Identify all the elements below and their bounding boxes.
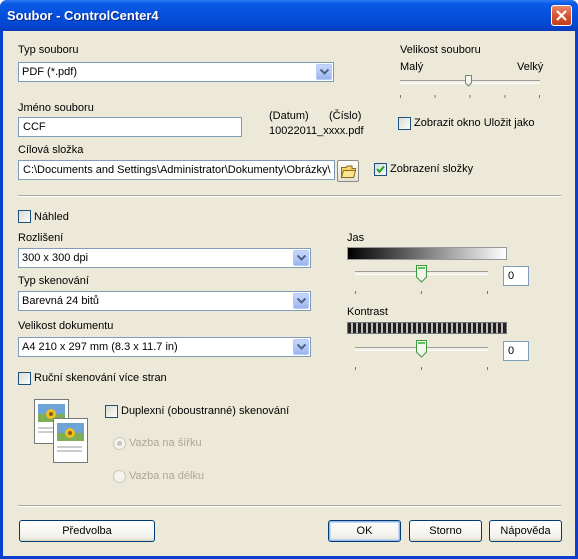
binding-short-edge-radio[interactable] (113, 470, 126, 483)
dialog-body: Typ souboru PDF (*.pdf) Velikost souboru… (3, 31, 575, 556)
browse-folder-button[interactable] (337, 160, 359, 182)
manual-multipage-label: Ruční skenování více stran (34, 372, 167, 384)
duplex-checkbox[interactable] (105, 405, 118, 418)
contrast-ticks (355, 361, 488, 370)
preview-checkbox[interactable] (18, 210, 31, 223)
dropdown-arrow-icon[interactable] (293, 250, 309, 266)
scan-type-select[interactable]: Barevná 24 bitů (18, 291, 311, 311)
help-button[interactable]: Nápověda (489, 520, 562, 542)
brightness-value-input[interactable]: 0 (503, 266, 529, 286)
file-name-date-header: (Datum) (269, 110, 309, 122)
document-size-label: Velikost dokumentu (18, 320, 114, 332)
file-size-label: Velikost souboru (400, 44, 481, 56)
brightness-gradient-bar (347, 247, 507, 260)
dropdown-arrow-icon[interactable] (293, 293, 309, 309)
dialog-window: Soubor - ControlCenter4 Typ souboru PDF … (0, 0, 578, 559)
file-name-value: CCF (23, 121, 46, 133)
contrast-label: Kontrast (347, 306, 388, 318)
ok-button[interactable]: OK (328, 520, 401, 542)
show-save-as-label: Zobrazit okno Uložit jako (414, 117, 535, 129)
target-folder-input[interactable]: C:\Documents and Settings\Administrator\… (18, 160, 335, 180)
folder-icon (341, 165, 356, 178)
brightness-slider-thumb[interactable] (416, 265, 427, 283)
resolution-select[interactable]: 300 x 300 dpi (18, 248, 311, 268)
file-type-select[interactable]: PDF (*.pdf) (18, 62, 334, 82)
show-folder-checkbox[interactable] (374, 163, 387, 176)
close-button[interactable] (551, 5, 572, 26)
file-name-number-header: (Číslo) (329, 110, 362, 122)
show-folder-label: Zobrazení složky (390, 163, 474, 175)
binding-short-edge-label: Vazba na délku (129, 470, 205, 482)
target-folder-label: Cílová složka (18, 144, 84, 156)
file-type-value: PDF (*.pdf) (22, 66, 78, 78)
document-size-select[interactable]: A4 210 x 297 mm (8.3 x 11.7 in) (18, 337, 311, 357)
checkmark-icon (376, 165, 385, 174)
contrast-pattern-bar (347, 322, 507, 334)
close-icon (556, 10, 567, 21)
file-size-min-label: Malý (400, 61, 424, 73)
file-type-label: Typ souboru (18, 44, 79, 56)
file-size-slider-thumb[interactable] (465, 75, 472, 87)
target-folder-value: C:\Documents and Settings\Administrator\… (23, 164, 331, 176)
window-title: Soubor - ControlCenter4 (7, 8, 159, 23)
binding-long-edge-radio[interactable] (113, 437, 126, 450)
file-size-ticks (400, 89, 540, 98)
dropdown-arrow-icon[interactable] (293, 339, 309, 355)
scan-type-label: Typ skenování (18, 275, 89, 287)
brightness-label: Jas (347, 232, 365, 244)
preview-label: Náhled (34, 211, 69, 223)
contrast-value: 0 (508, 345, 515, 357)
duplex-pages-icon (34, 399, 88, 463)
file-size-max-label: Velký (517, 61, 544, 73)
contrast-value-input[interactable]: 0 (503, 341, 529, 361)
brightness-value: 0 (508, 270, 515, 282)
bottom-divider (18, 505, 561, 507)
contrast-slider-thumb[interactable] (416, 340, 427, 358)
section-divider (18, 195, 561, 197)
manual-multipage-checkbox[interactable] (18, 372, 31, 385)
duplex-label: Duplexní (oboustranné) skenování (121, 405, 290, 417)
brightness-ticks (355, 285, 488, 294)
file-name-input[interactable]: CCF (18, 117, 242, 137)
title-bar[interactable]: Soubor - ControlCenter4 (0, 0, 578, 31)
show-save-as-checkbox[interactable] (398, 117, 411, 130)
resolution-label: Rozlišení (18, 232, 64, 244)
resolution-value: 300 x 300 dpi (22, 252, 89, 264)
file-name-label: Jméno souboru (18, 102, 94, 114)
preset-button[interactable]: Předvolba (19, 520, 155, 542)
file-name-example: 10022011_xxxx.pdf (269, 125, 364, 137)
cancel-button[interactable]: Storno (409, 520, 482, 542)
binding-long-edge-label: Vazba na šířku (129, 437, 202, 449)
document-size-value: A4 210 x 297 mm (8.3 x 11.7 in) (22, 341, 178, 353)
scan-type-value: Barevná 24 bitů (22, 295, 100, 307)
dropdown-arrow-icon[interactable] (316, 64, 332, 80)
